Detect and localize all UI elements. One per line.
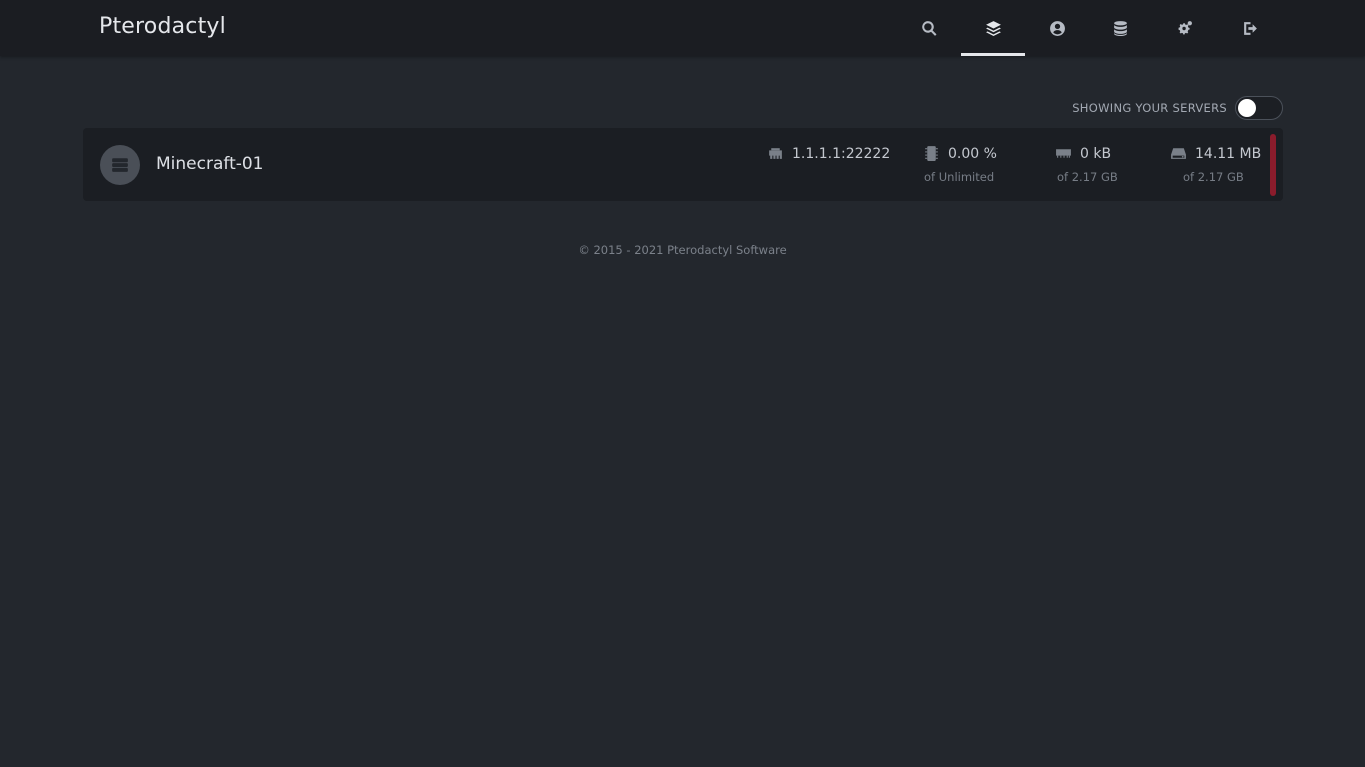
server-avatar: [100, 145, 140, 185]
cogs-icon: [1178, 20, 1192, 35]
server-icon: [112, 158, 128, 172]
memory-icon: [1056, 149, 1071, 158]
hard-drive-icon: [1171, 148, 1186, 159]
allocation-value: 1.1.1.1:22222: [792, 145, 891, 162]
microchip-icon: [925, 146, 938, 161]
toggle-knob: [1238, 99, 1256, 117]
cpu-limit: of Unlimited: [924, 170, 995, 184]
memory-value: 0 kB: [1080, 145, 1112, 162]
disk-value: 14.11 MB: [1195, 145, 1262, 162]
database-icon: [1113, 20, 1127, 36]
memory-limit: of 2.17 GB: [1057, 170, 1118, 184]
show-all-servers-toggle[interactable]: [1235, 96, 1283, 120]
nav-logout-button[interactable]: [1218, 0, 1282, 56]
nav-admin-button[interactable]: [1152, 0, 1216, 56]
search-icon: [921, 20, 937, 36]
server-row[interactable]: Minecraft-01 1.1.1.1:22222 0.00 % of Unl…: [83, 128, 1283, 201]
server-status-indicator: [1270, 134, 1276, 196]
user-circle-icon: [1049, 20, 1065, 36]
show-servers-toggle-label: SHOWING YOUR SERVERS: [1072, 101, 1227, 115]
layers-icon: [985, 20, 1001, 36]
nav-servers-button[interactable]: [961, 0, 1025, 56]
server-name: Minecraft-01: [156, 154, 264, 174]
disk-limit: of 2.17 GB: [1183, 170, 1244, 184]
top-navigation-bar: Pterodactyl: [0, 0, 1365, 56]
nav-search-button[interactable]: [897, 0, 961, 56]
nav-database-button[interactable]: [1088, 0, 1152, 56]
sign-out-icon: [1243, 21, 1257, 35]
brand-logo-text[interactable]: Pterodactyl: [99, 14, 226, 39]
nav-account-button[interactable]: [1025, 0, 1089, 56]
ethernet-icon: [769, 148, 782, 159]
footer-copyright: © 2015 - 2021 Pterodactyl Software: [578, 243, 787, 257]
cpu-value: 0.00 %: [948, 145, 997, 162]
